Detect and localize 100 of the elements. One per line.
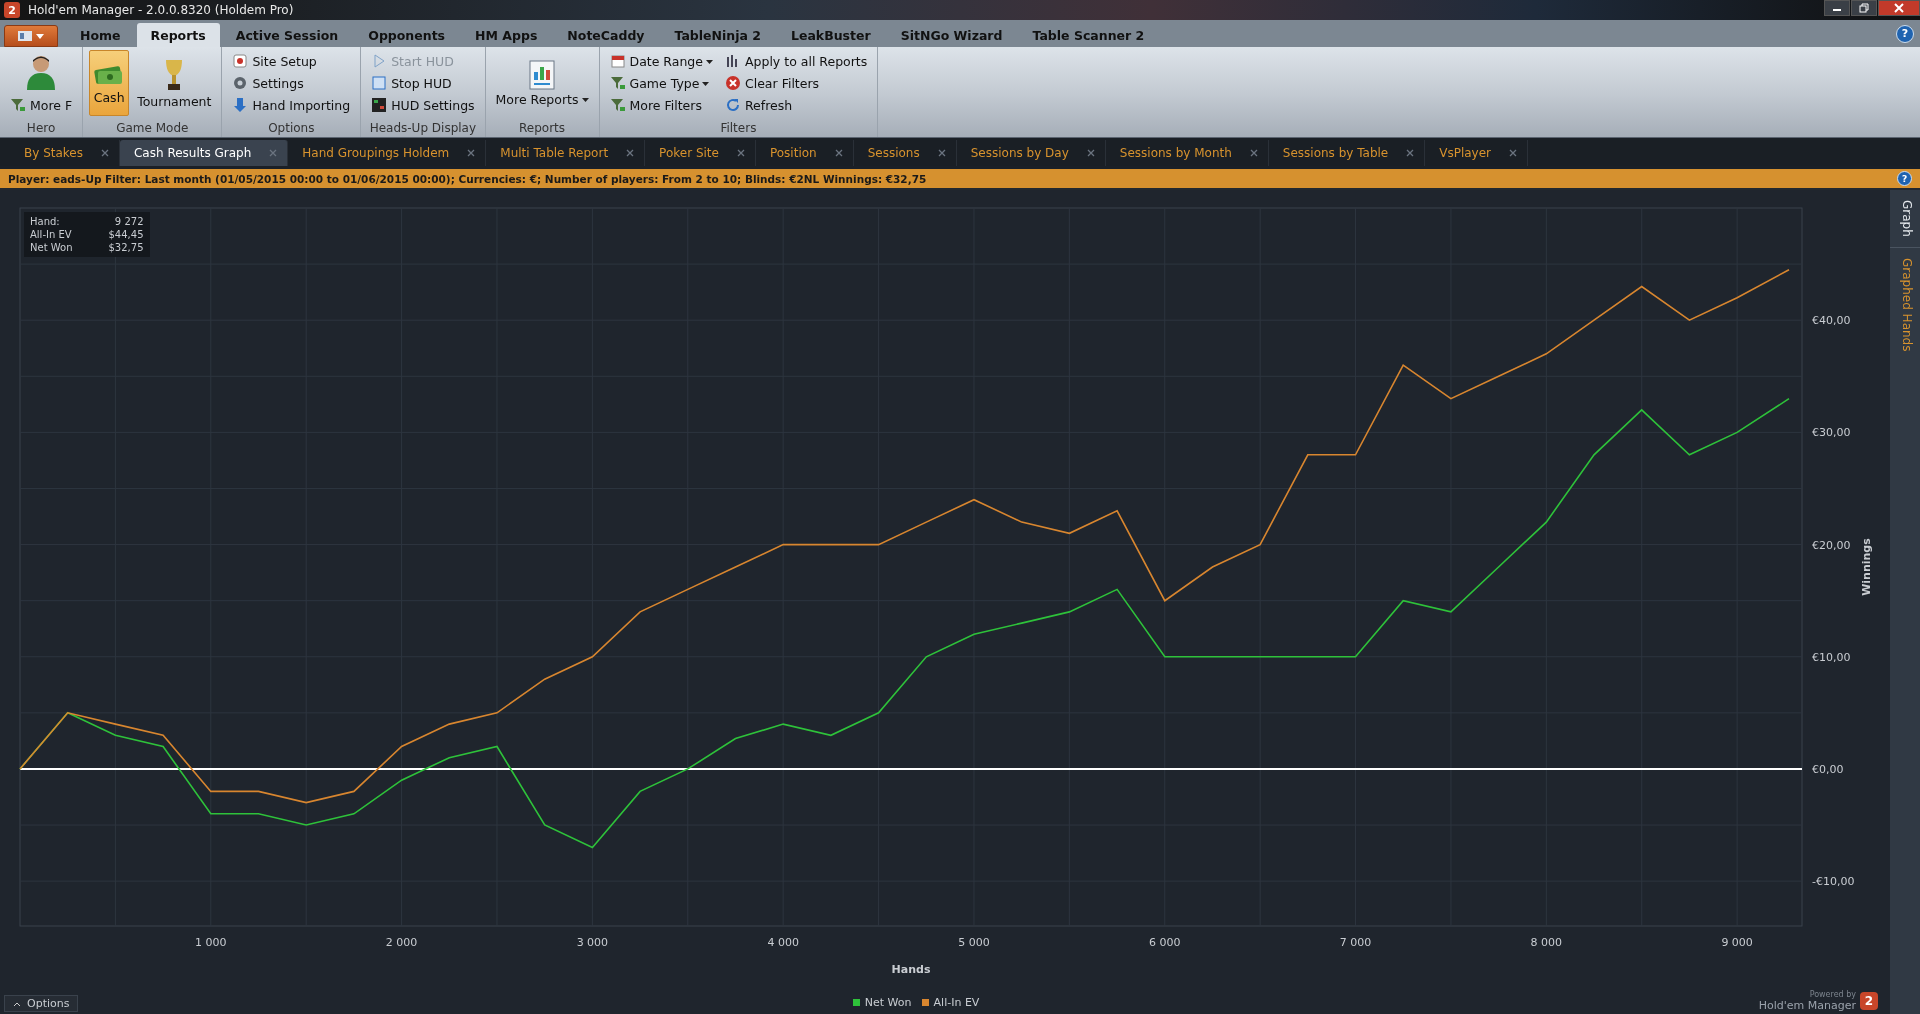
close-button[interactable] [1878, 0, 1920, 16]
down-arrow-icon [232, 97, 249, 113]
ribbon-button[interactable]: Clear Filters [720, 72, 872, 94]
legend-label: Net Won [864, 996, 912, 1009]
x-tick-label: 2 000 [385, 936, 418, 949]
x-tick-label: 4 000 [767, 936, 799, 949]
document-tab[interactable]: Hand Groupings Holdem [288, 140, 487, 166]
filter-summary: Player: eads-Up Filter: Last month (01/05/2015 00:00 to 01/06/2015 00:00); Currencies: €; Number of players: From 2 to 10; Blinds: €2NL Winnings: €32,75 [8, 172, 928, 185]
close-icon[interactable] [1249, 149, 1258, 157]
y-tick-label: €40,00 [1812, 314, 1851, 328]
close-icon[interactable] [626, 149, 635, 157]
y-tick-label: €0,00 [1812, 762, 1844, 776]
y-tick-label: -€10,00 [1812, 875, 1855, 889]
document-tab[interactable]: Position [755, 140, 854, 166]
square-icon [371, 75, 388, 91]
restore-icon [1859, 3, 1869, 13]
close-icon [1894, 3, 1904, 13]
brand-logo: 2 [1860, 992, 1878, 1010]
ribbon-button[interactable]: More F [6, 94, 77, 116]
funnel-plus-icon [609, 97, 626, 113]
ribbon-button[interactable]: More Reports [491, 50, 593, 116]
help-icon[interactable]: ? [1896, 24, 1914, 43]
options-button[interactable]: Options [4, 995, 79, 1012]
stat-label: All-In EV [30, 229, 73, 240]
funnel-icon [609, 75, 626, 91]
close-icon[interactable] [1086, 149, 1095, 157]
x-axis-title: Hands [891, 963, 931, 976]
restore-button[interactable] [1851, 0, 1877, 16]
close-icon[interactable] [269, 149, 278, 157]
x-tick-label: 7 000 [1339, 936, 1372, 949]
document-tab[interactable]: Sessions by Month [1105, 140, 1269, 166]
ribbon-button[interactable]: Site Setup [228, 50, 355, 72]
menu-tab[interactable]: Table Scanner 2 [1018, 23, 1159, 47]
refresh-icon [724, 97, 741, 113]
group-label: Game Mode [115, 121, 190, 137]
stat-label: Hand: [30, 216, 61, 227]
close-icon[interactable] [834, 149, 843, 157]
y-axis-title: Winnings [1860, 538, 1873, 596]
group-label: Filters [719, 121, 758, 137]
document-tab[interactable]: Poker Site [645, 140, 756, 166]
ribbon-button[interactable]: Settings [228, 72, 355, 94]
document-tab[interactable]: Multi Table Report [486, 140, 646, 166]
menu-tab[interactable]: Home [66, 23, 135, 47]
close-icon[interactable] [937, 149, 946, 157]
help-icon[interactable]: ? [1897, 171, 1912, 186]
menu-tab[interactable]: Reports [136, 23, 220, 47]
menu-tab[interactable]: Active Session [221, 23, 353, 47]
ribbon-button[interactable]: Stop HUD [367, 72, 479, 94]
funnel-arrow-icon [10, 97, 26, 113]
legend-label: All-In EV [933, 996, 980, 1009]
menu-tab[interactable]: NoteCaddy [553, 23, 659, 47]
group-label: Heads-Up Display [368, 121, 478, 137]
app-menu-button[interactable] [4, 25, 58, 47]
ribbon-button[interactable]: Apply to all Reports [720, 50, 872, 72]
side-tab[interactable]: Graph [1890, 190, 1920, 248]
x-tick-label: 9 000 [1721, 936, 1753, 949]
stat-value: 9 272 [113, 216, 144, 227]
document-tab[interactable]: Cash Results Graph [120, 140, 289, 166]
document-tab[interactable]: By Stakes [10, 140, 120, 166]
report-icon [528, 59, 557, 90]
clear-icon [724, 75, 741, 91]
document-tab[interactable]: Sessions by Day [956, 140, 1106, 166]
ribbon-button[interactable]: Refresh [720, 94, 872, 116]
x-tick-label: 8 000 [1530, 936, 1563, 949]
menu-tab[interactable]: TableNinja 2 [660, 23, 775, 47]
close-icon[interactable] [467, 149, 476, 157]
y-tick-label: €20,00 [1812, 538, 1851, 552]
x-tick-label: 3 000 [576, 936, 609, 949]
menu-tab[interactable]: SitNGo Wizard [886, 23, 1017, 47]
caret-icon [705, 59, 713, 65]
menu-tab[interactable]: HM Apps [461, 23, 552, 47]
group-label: Options [267, 121, 316, 137]
ribbon-button[interactable]: Tournament [133, 50, 216, 116]
ribbon-button[interactable]: Hand Importing [228, 94, 355, 116]
brand-name: Hold'em Manager [1758, 999, 1856, 1012]
powered-by-text: Powered by [1809, 990, 1856, 999]
card-icon [232, 53, 249, 69]
menu-tab[interactable]: Opponents [354, 23, 460, 47]
stat-value: $44,45 [108, 229, 144, 240]
side-tab[interactable]: Graphed Hands [1890, 247, 1920, 362]
ribbon-button[interactable]: More Filters [605, 94, 717, 116]
close-icon[interactable] [101, 149, 109, 157]
ribbon-button[interactable]: HUD Settings [367, 94, 479, 116]
close-icon[interactable] [1406, 149, 1415, 157]
ribbon-button[interactable]: Game Type [605, 72, 717, 94]
caret-icon [13, 1000, 21, 1007]
gear-icon [232, 75, 249, 91]
document-tab[interactable]: Sessions [853, 140, 957, 166]
ribbon-button[interactable]: Cash [89, 50, 130, 116]
document-tab[interactable]: VsPlayer [1425, 140, 1529, 166]
stat-value: $32,75 [108, 242, 144, 253]
group-label: Reports [518, 121, 567, 137]
minimize-button[interactable] [1824, 0, 1850, 16]
y-tick-label: €30,00 [1812, 426, 1851, 440]
document-tab[interactable]: Sessions by Table [1268, 140, 1426, 166]
ribbon-button[interactable]: Date Range [605, 50, 717, 72]
x-tick-label: 1 000 [195, 936, 227, 949]
close-icon[interactable] [736, 149, 745, 157]
menu-tab[interactable]: LeakBuster [776, 23, 885, 47]
close-icon[interactable] [1509, 149, 1518, 157]
